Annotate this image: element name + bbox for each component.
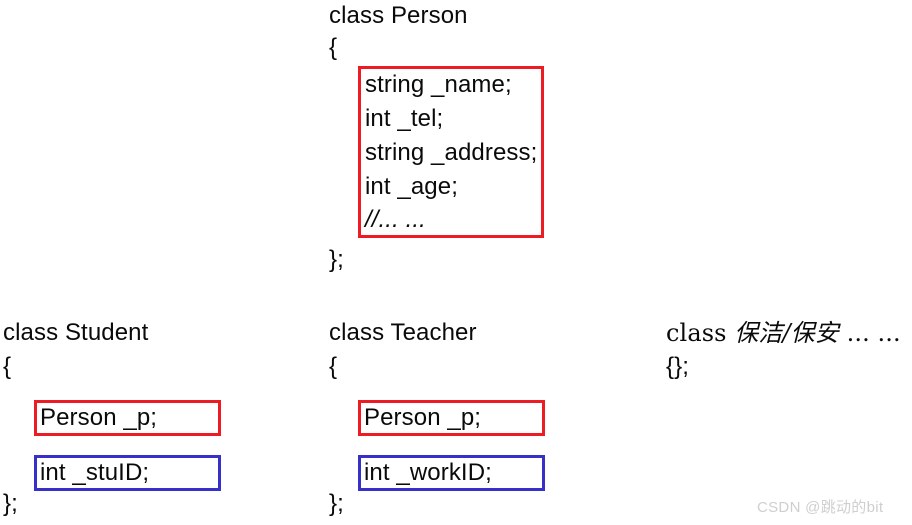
open-brace-person: { bbox=[329, 34, 338, 61]
class-header-teacher: class Teacher bbox=[329, 319, 477, 346]
body-braces-others: {}; bbox=[666, 353, 689, 380]
member-student-stuid: int _stuID; bbox=[40, 459, 150, 486]
open-brace-teacher: { bbox=[329, 353, 338, 380]
class-header-others-suffix: ... ... bbox=[838, 319, 901, 347]
member-person-name: string _name; bbox=[365, 71, 512, 98]
member-person-comment: //... ... bbox=[365, 206, 426, 233]
class-header-others: class 保洁/保安 ... ... bbox=[666, 318, 901, 348]
class-header-person: class Person bbox=[329, 2, 468, 29]
member-person-tel: int _tel; bbox=[365, 105, 444, 132]
open-brace-student: { bbox=[3, 353, 12, 380]
close-brace-student: }; bbox=[3, 490, 18, 517]
class-header-others-prefix: class bbox=[666, 319, 735, 347]
member-person-age: int _age; bbox=[365, 173, 458, 200]
class-header-student: class Student bbox=[3, 319, 149, 346]
csdn-watermark: CSDN @跳动的bit bbox=[757, 499, 884, 516]
class-header-others-cjk: 保洁/保安 bbox=[734, 319, 839, 347]
member-teacher-workid: int _workID; bbox=[364, 459, 492, 486]
member-student-person: Person _p; bbox=[40, 404, 158, 431]
close-brace-teacher: }; bbox=[329, 490, 344, 517]
member-person-address: string _address; bbox=[365, 139, 538, 166]
close-brace-person: }; bbox=[329, 246, 344, 273]
member-teacher-person: Person _p; bbox=[364, 404, 482, 431]
